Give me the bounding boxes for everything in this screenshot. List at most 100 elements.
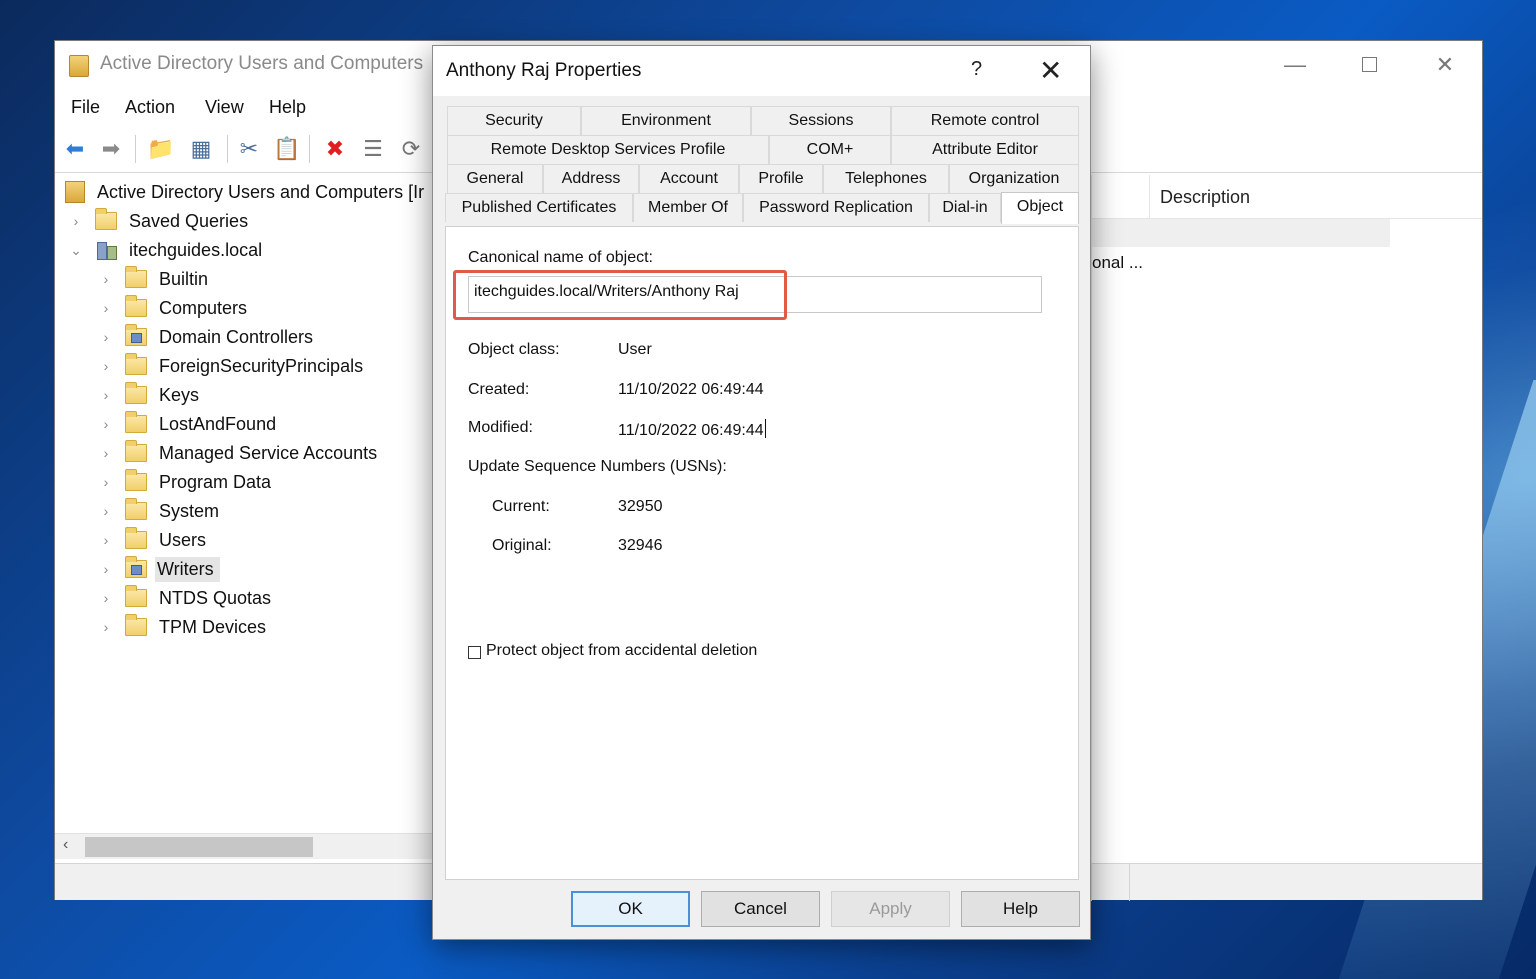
dialog-title: Anthony Raj Properties <box>446 60 642 81</box>
maximize-button[interactable] <box>1349 51 1389 79</box>
column-divider[interactable] <box>1149 175 1150 219</box>
refresh-icon[interactable]: ⟳ <box>397 135 425 163</box>
chevron-right-icon[interactable]: › <box>97 271 115 287</box>
chevron-right-icon[interactable]: › <box>97 590 115 606</box>
ou-folder-icon <box>125 556 147 578</box>
object-tab-panel: Canonical name of object: itechguides.lo… <box>445 226 1079 880</box>
tree-item-domain[interactable]: ⌄ itechguides.local <box>67 236 262 264</box>
folder-icon <box>125 295 147 317</box>
tab-dial-in[interactable]: Dial-in <box>929 193 1001 222</box>
tab-attribute-editor[interactable]: Attribute Editor <box>891 135 1079 164</box>
close-window-button[interactable]: ✕ <box>1425 51 1465 79</box>
chevron-right-icon[interactable]: › <box>97 474 115 490</box>
chevron-right-icon[interactable]: › <box>97 358 115 374</box>
column-header-description[interactable]: Description <box>1160 187 1250 208</box>
scroll-left-icon[interactable]: ‹ <box>63 836 68 854</box>
chevron-right-icon[interactable]: › <box>97 416 115 432</box>
tree-item-lost-and-found[interactable]: › LostAndFound <box>97 410 276 438</box>
chevron-right-icon[interactable]: › <box>97 300 115 316</box>
properties-icon[interactable]: ☰ <box>359 135 387 163</box>
modified-value-field[interactable]: 11/10/2022 06:49:44 <box>618 419 766 440</box>
ok-button[interactable]: OK <box>571 891 690 927</box>
cut-icon[interactable]: ✂ <box>235 135 263 163</box>
minimize-button[interactable]: — <box>1275 51 1315 79</box>
object-class-label: Object class: <box>468 341 560 358</box>
menu-help[interactable]: Help <box>269 97 306 118</box>
tree-item-label: NTDS Quotas <box>159 587 272 608</box>
tab-environment[interactable]: Environment <box>581 106 751 135</box>
tree-item-tpm-devices[interactable]: › TPM Devices <box>97 613 266 641</box>
tree-item-ntds-quotas[interactable]: › NTDS Quotas <box>97 584 271 612</box>
created-label: Created: <box>468 381 530 398</box>
protect-deletion-label[interactable]: Protect object from accidental deletion <box>486 642 757 660</box>
text-caret <box>764 419 766 438</box>
tab-security[interactable]: Security <box>447 106 581 135</box>
chevron-right-icon[interactable]: › <box>97 503 115 519</box>
created-value: 11/10/2022 06:49:44 <box>618 381 764 398</box>
scrollbar-thumb[interactable] <box>85 837 313 857</box>
tree-item-computers[interactable]: › Computers <box>97 294 247 322</box>
folder-icon <box>125 498 147 520</box>
cancel-button[interactable]: Cancel <box>701 891 820 927</box>
menu-file[interactable]: File <box>71 97 100 118</box>
tab-com-plus[interactable]: COM+ <box>769 135 891 164</box>
tree-item-keys[interactable]: › Keys <box>97 381 199 409</box>
tree-item-foreign-security-principals[interactable]: › ForeignSecurityPrincipals <box>97 352 363 380</box>
chevron-right-icon[interactable]: › <box>97 329 115 345</box>
tree-root[interactable]: Active Directory Users and Computers [Ir <box>65 178 424 206</box>
canonical-name-field[interactable]: itechguides.local/Writers/Anthony Raj <box>468 276 1042 313</box>
tree-item-saved-queries[interactable]: › Saved Queries <box>67 207 248 235</box>
tree-item-builtin[interactable]: › Builtin <box>97 265 208 293</box>
tab-organization[interactable]: Organization <box>949 164 1079 193</box>
tab-address[interactable]: Address <box>543 164 639 193</box>
forward-arrow-icon[interactable]: ➡ <box>97 135 125 163</box>
tab-sessions[interactable]: Sessions <box>751 106 891 135</box>
menu-action[interactable]: Action <box>125 97 175 118</box>
tree-item-program-data[interactable]: › Program Data <box>97 468 271 496</box>
tab-published-certificates[interactable]: Published Certificates <box>445 193 633 222</box>
protect-deletion-checkbox[interactable] <box>468 646 481 659</box>
chevron-right-icon[interactable]: › <box>97 619 115 635</box>
tab-account[interactable]: Account <box>639 164 739 193</box>
tree-horizontal-scrollbar[interactable]: ‹ <box>55 833 433 859</box>
tab-member-of[interactable]: Member Of <box>633 193 743 222</box>
ou-folder-icon <box>125 324 147 346</box>
canonical-name-label: Canonical name of object: <box>468 249 653 266</box>
folder-icon <box>125 585 147 607</box>
chevron-right-icon[interactable]: › <box>67 213 85 229</box>
tab-password-replication[interactable]: Password Replication <box>743 193 929 222</box>
tab-telephones[interactable]: Telephones <box>823 164 949 193</box>
chevron-right-icon[interactable]: › <box>97 387 115 403</box>
tree-item-system[interactable]: › System <box>97 497 219 525</box>
dialog-titlebar[interactable]: Anthony Raj Properties ? ✕ <box>433 46 1090 96</box>
tree-item-writers[interactable]: › Writers <box>97 555 220 583</box>
object-class-value: User <box>618 341 652 358</box>
help-button[interactable]: Help <box>961 891 1080 927</box>
up-folder-icon[interactable]: 📁 <box>147 135 175 163</box>
chevron-down-icon[interactable]: ⌄ <box>67 242 85 259</box>
chevron-right-icon[interactable]: › <box>97 561 115 577</box>
tab-object[interactable]: Object <box>1001 192 1079 224</box>
tree-item-users[interactable]: › Users <box>97 526 206 554</box>
show-hide-tree-icon[interactable]: ▦ <box>187 135 215 163</box>
tree-item-label: itechguides.local <box>129 239 263 260</box>
chevron-right-icon[interactable]: › <box>97 445 115 461</box>
column-header-row: Description <box>1092 175 1482 219</box>
dialog-help-icon[interactable]: ? <box>971 58 982 81</box>
tab-remote-control[interactable]: Remote control <box>891 106 1079 135</box>
menu-view[interactable]: View <box>205 97 244 118</box>
selected-list-row[interactable] <box>1092 219 1390 247</box>
dialog-close-icon[interactable]: ✕ <box>1039 54 1062 87</box>
tree-item-managed-service-accounts[interactable]: › Managed Service Accounts <box>97 439 377 467</box>
tab-general[interactable]: General <box>447 164 543 193</box>
tab-profile[interactable]: Profile <box>739 164 823 193</box>
chevron-right-icon[interactable]: › <box>97 532 115 548</box>
back-arrow-icon[interactable]: ⬅ <box>61 135 89 163</box>
delete-icon[interactable]: ✖ <box>321 135 349 163</box>
status-divider <box>1091 864 1092 901</box>
apply-button[interactable]: Apply <box>831 891 950 927</box>
tree-root-label: Active Directory Users and Computers [Ir <box>97 181 425 202</box>
tree-item-domain-controllers[interactable]: › Domain Controllers <box>97 323 313 351</box>
paste-icon[interactable]: 📋 <box>273 135 301 163</box>
tab-remote-desktop-services-profile[interactable]: Remote Desktop Services Profile <box>447 135 769 164</box>
